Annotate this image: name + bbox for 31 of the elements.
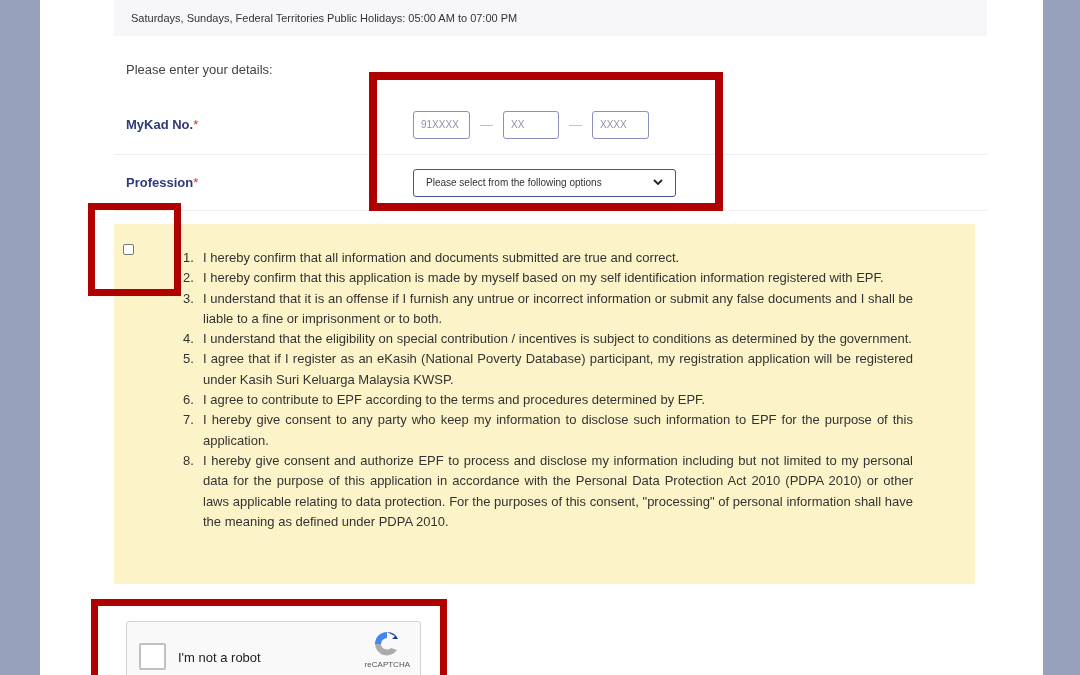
hours-note: Saturdays, Sundays, Federal Territories Public Holidays: 05:00 AM to 07:00 PM bbox=[131, 12, 518, 24]
separator-dash: — bbox=[480, 115, 493, 134]
separator-dash: — bbox=[569, 115, 582, 134]
recaptcha-brand: reCAPTCHA bbox=[364, 659, 410, 671]
item-number: 5. bbox=[183, 350, 195, 369]
item-number: 8. bbox=[183, 451, 195, 470]
declaration-item: I agree that if I register as an eKasih (National Poverty Database) participant, my registration application will be registered under Kasih Suri Keluarga Malaysia KWSP. bbox=[203, 350, 913, 389]
item-number: 1. bbox=[183, 249, 195, 267]
item-number: 7. bbox=[183, 411, 195, 430]
mykad-input[interactable]: 91XXXX bbox=[413, 110, 470, 139]
profession-select[interactable]: Please select from the following options bbox=[413, 168, 676, 197]
declaration-item: I hereby confirm that this application is made by myself based on my self identification information registered with EPF. bbox=[203, 269, 884, 288]
declaration-item: I hereby give consent to any party who keep my information to disclose such information to EPF for the purpose of this application. bbox=[203, 411, 913, 450]
mykad-label: MyKad No.* bbox=[126, 115, 200, 134]
mykad-input[interactable]: XXXX bbox=[592, 110, 649, 139]
profession-label: Profession* bbox=[126, 173, 200, 192]
captcha-label: I'm not a robot bbox=[178, 649, 262, 667]
declaration-item: I hereby give consent and authorize EPF to process and disclose my information including but not limited to my personal data for the purpose of this application in accordance with the Personal Data Protection Act 2010 (PDPA 2010) or other laws applicable relating to data protection. For the purposes of this consent, "processing" of personal information shall have the meaning as defined under PDPA 2010. bbox=[203, 451, 913, 531]
item-number: 4. bbox=[183, 330, 195, 349]
declaration-item: I understand that it is an offense if I furnish any untrue or incorrect information or submit any false documents and I shall be liable to a fine or imprisonment or to both. bbox=[203, 289, 913, 328]
item-number: 6. bbox=[183, 391, 195, 410]
declaration-checkbox[interactable] bbox=[123, 244, 134, 255]
chevron-down-icon bbox=[653, 179, 663, 186]
item-number: 3. bbox=[183, 289, 195, 308]
item-number: 2. bbox=[183, 269, 195, 288]
declaration-item: I understand that the eligibility on special contribution / incentives is subject to conditions as determined by the government. bbox=[203, 330, 912, 349]
declaration-item: I agree to contribute to EPF according to the terms and procedures determined by EPF. bbox=[203, 391, 706, 410]
declaration-item: I hereby confirm that all information and documents submitted are true and correct. bbox=[203, 249, 680, 267]
captcha-checkbox[interactable] bbox=[139, 643, 166, 670]
mykad-input[interactable]: XX bbox=[503, 110, 559, 139]
intro-text: Please enter your details: bbox=[126, 62, 273, 77]
